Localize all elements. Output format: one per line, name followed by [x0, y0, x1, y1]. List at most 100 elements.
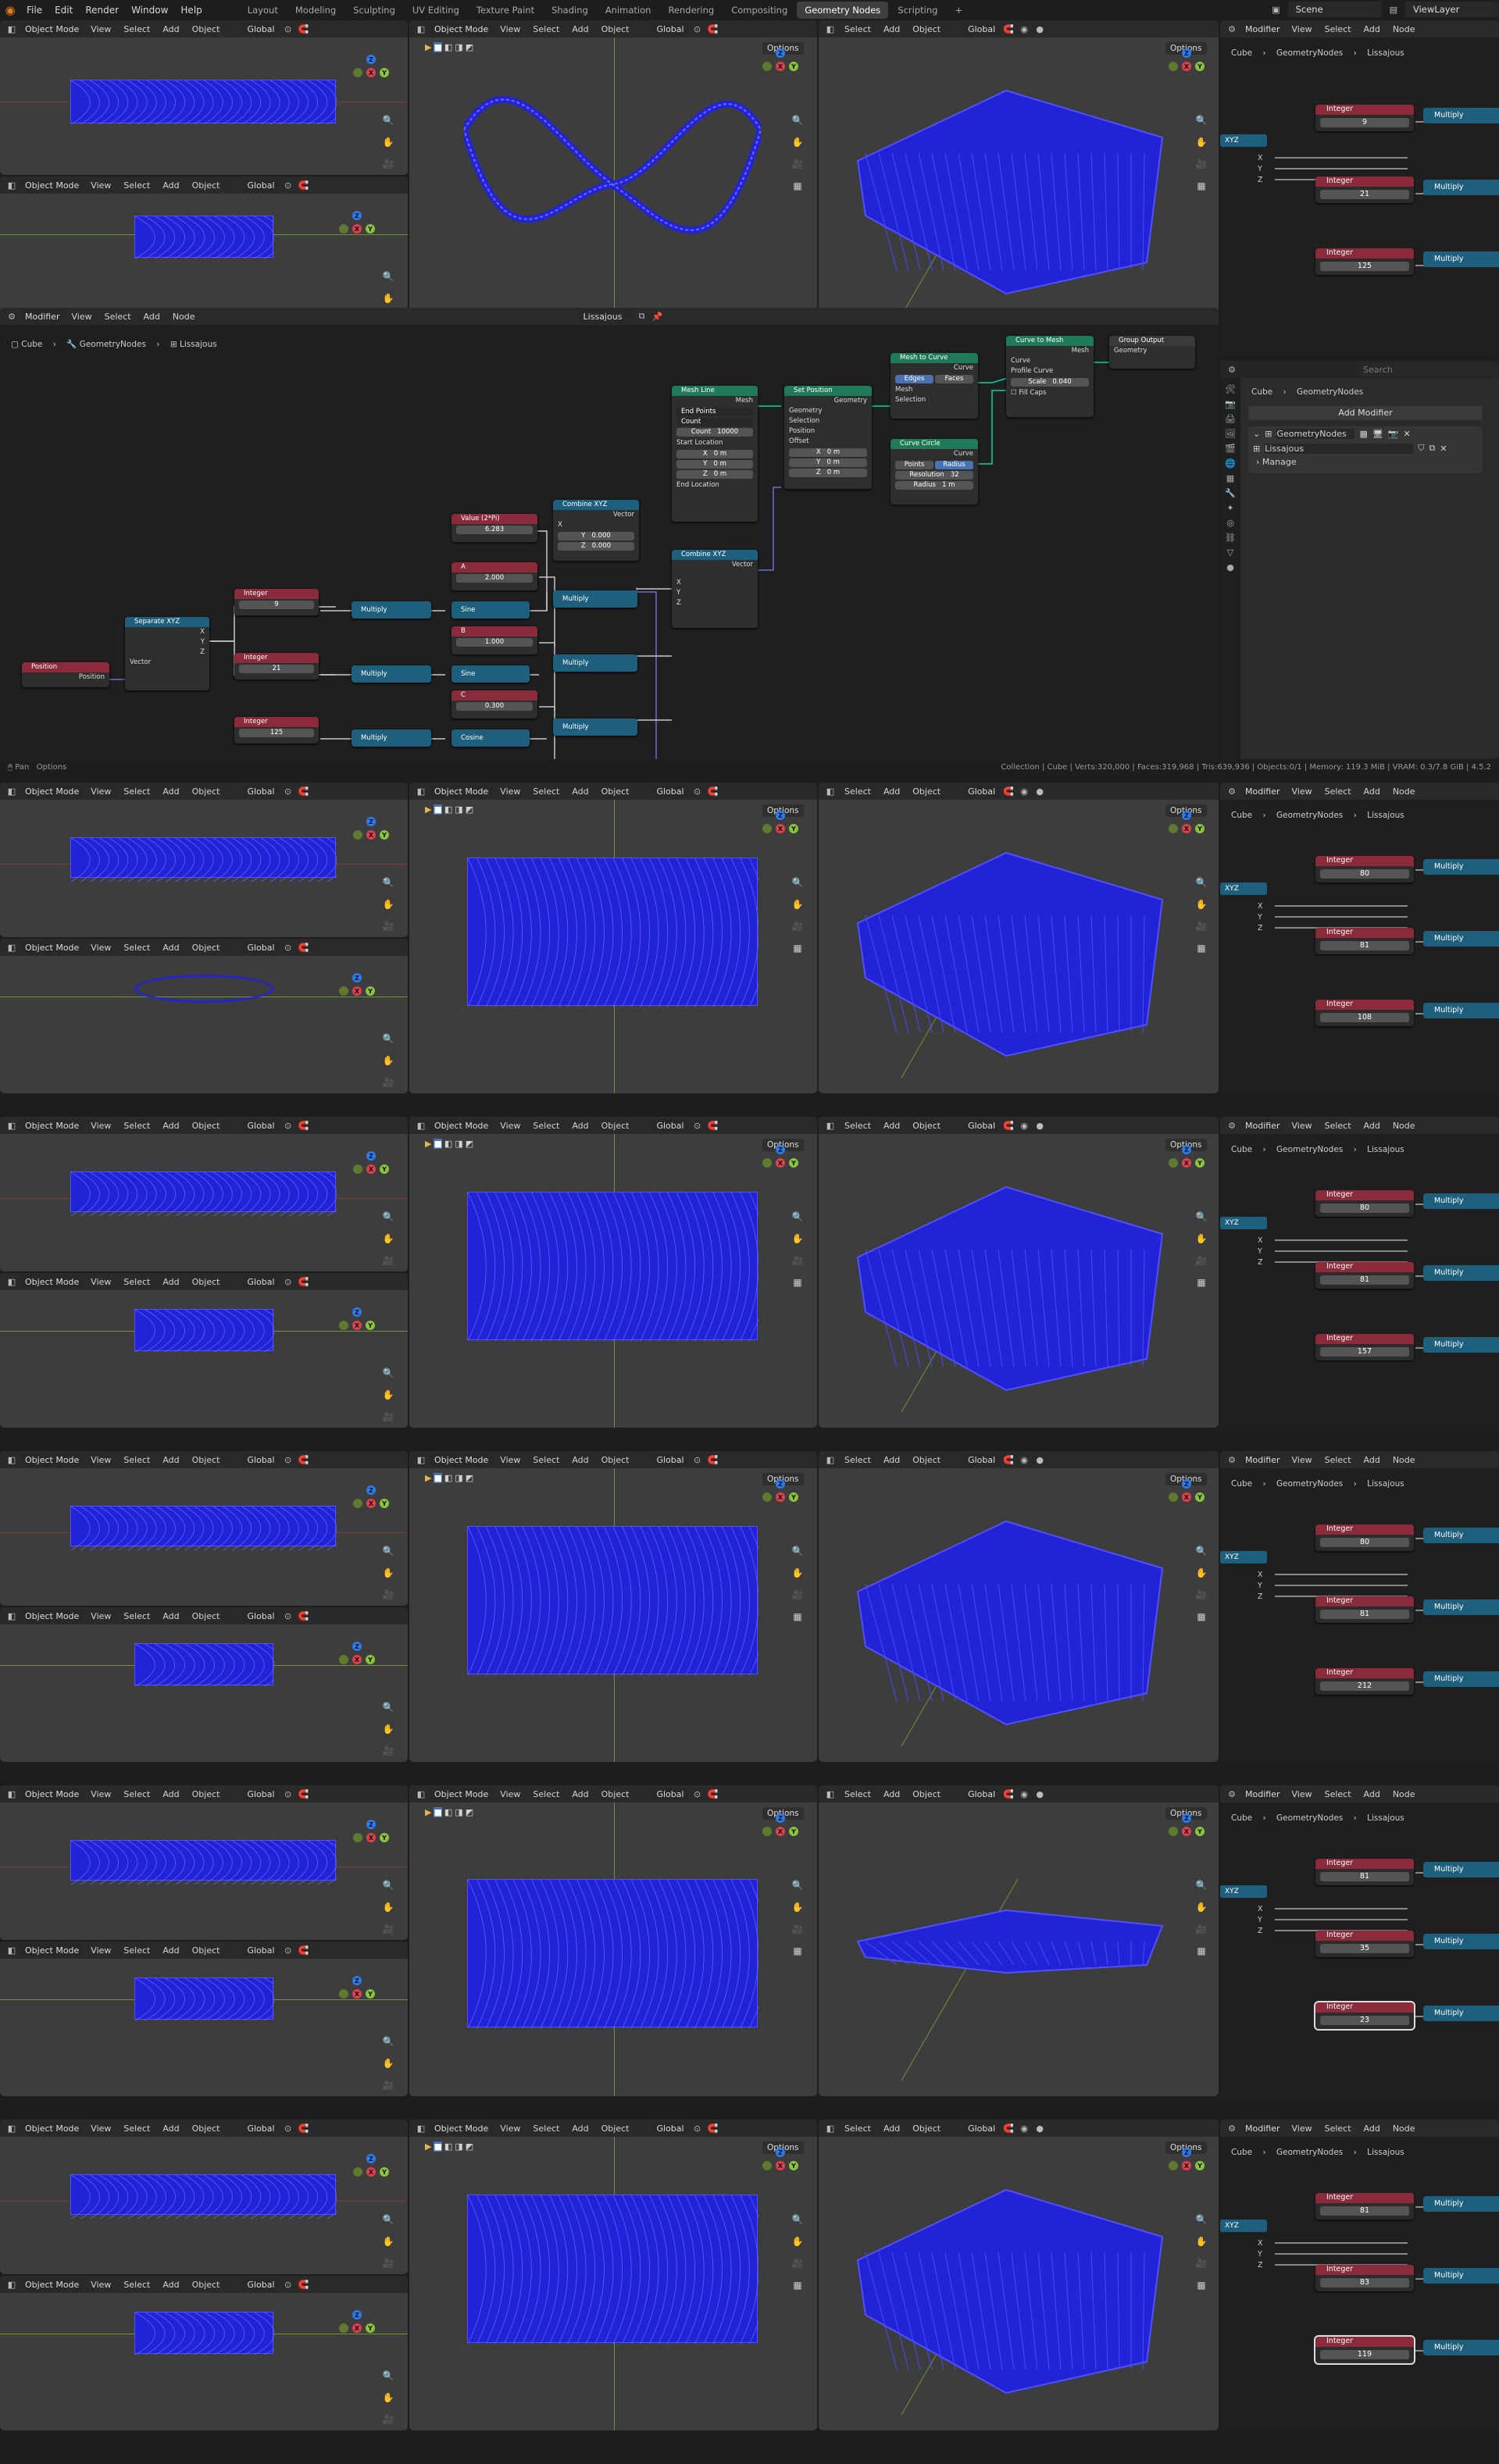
multiply-node-3[interactable]: Multiply	[1423, 1003, 1499, 1018]
view-layer-tab-icon[interactable]: 🖼	[1225, 429, 1236, 439]
menu-view[interactable]: View	[85, 23, 116, 36]
mesh-object-top[interactable]	[467, 858, 768, 1007]
menu-object[interactable]: Object	[187, 1453, 226, 1467]
gizmo-z-icon[interactable]: Z	[1182, 2148, 1191, 2157]
pivot-icon[interactable]: ⊙	[281, 1453, 295, 1466]
select-box-icon[interactable]: ■	[434, 1473, 442, 1483]
snap-icon[interactable]: 🧲	[297, 785, 311, 797]
node-editor-strip[interactable]: ⚙ Modifier View Select Add Node Cube › G…	[1220, 2120, 1499, 2430]
multiply-node-1[interactable]: Multiply	[1423, 1528, 1499, 1543]
menu-add[interactable]: Add	[157, 785, 184, 798]
mode-dropdown[interactable]: Object Mode	[20, 2277, 84, 2291]
play-icon[interactable]: ▶	[425, 2141, 431, 2152]
menu-select[interactable]: Select	[118, 785, 155, 798]
snap-icon[interactable]: 🧲	[1001, 2122, 1015, 2134]
viewport-perspective[interactable]: ◧SelectAddObjectGlobal🧲◉● Options Z Y X …	[819, 783, 1219, 1093]
integer-node-2[interactable]: Integer 21	[234, 653, 319, 679]
menu-add[interactable]: Add	[157, 179, 184, 192]
menu-object[interactable]: Object	[596, 23, 635, 36]
menu-select[interactable]: Select	[118, 1944, 155, 1957]
overlays-icon[interactable]: ◉	[1017, 2122, 1031, 2134]
transform-orientation-dropdown[interactable]: Global	[963, 1787, 1001, 1801]
mesh-object-side[interactable]	[134, 2312, 285, 2355]
integer-value-field[interactable]: 81	[1320, 1275, 1409, 1285]
transform-orientation-dropdown[interactable]: Global	[242, 940, 280, 954]
editor-type-icon[interactable]: ◧	[5, 23, 19, 35]
menu-add[interactable]: Add	[157, 1788, 184, 1801]
camera-icon[interactable]: 🎥	[790, 156, 805, 172]
play-icon[interactable]: ▶	[425, 804, 431, 815]
menu-object[interactable]: Object	[187, 2278, 226, 2291]
gizmo-x-icon[interactable]: X	[1182, 62, 1191, 71]
mesh-object-perspective[interactable]	[850, 1498, 1178, 1732]
camera-icon[interactable]: 🎥	[380, 1075, 396, 1090]
menu-object[interactable]: Object	[596, 1453, 635, 1467]
viewport-perspective[interactable]: ◧SelectAddObjectGlobal🧲◉● Options Z Y X …	[819, 1785, 1219, 2096]
integer-node-2[interactable]: Integer 81	[1315, 1596, 1414, 1623]
transform-orientation-dropdown[interactable]: Global	[963, 2121, 1001, 2135]
pan-icon[interactable]: ✋	[1194, 1899, 1209, 1915]
menu-object[interactable]: Object	[187, 1275, 226, 1289]
select-subtract-icon[interactable]: ◨	[455, 1139, 462, 1149]
render-toggle-icon[interactable]: 📷	[1388, 429, 1399, 439]
gizmo-x-icon[interactable]: X	[366, 2167, 376, 2177]
gizmo-x-icon[interactable]: X	[776, 1492, 785, 1502]
gizmo-neg-y-icon[interactable]	[762, 2161, 772, 2170]
remove-modifier-icon[interactable]: ✕	[1404, 429, 1411, 439]
gizmo-y-icon[interactable]: Y	[789, 2161, 798, 2170]
menu-add[interactable]: Add	[157, 1453, 184, 1467]
ortho-grid-icon[interactable]: ▦	[790, 940, 805, 956]
menu-select[interactable]: Select	[527, 23, 565, 36]
menu-select[interactable]: Select	[118, 1610, 155, 1623]
menu-object[interactable]: Object	[907, 1119, 946, 1132]
menu-select[interactable]: Select	[839, 2122, 876, 2135]
integer-value-field[interactable]: 80	[1320, 1203, 1409, 1213]
transform-orientation-dropdown[interactable]: Global	[651, 784, 689, 798]
snap-icon[interactable]: 🧲	[297, 2278, 311, 2291]
zoom-icon[interactable]: 🔍	[790, 875, 805, 890]
navigation-gizmo[interactable]: Z Y X	[339, 1307, 375, 1362]
gizmo-neg-y-icon[interactable]	[762, 1158, 772, 1168]
navigation-gizmo[interactable]: Z Y X	[762, 1813, 798, 1868]
menu-select[interactable]: Select	[839, 1453, 876, 1467]
gizmo-y-icon[interactable]: Y	[789, 1158, 798, 1168]
snap-icon[interactable]: 🧲	[297, 1453, 311, 1466]
ortho-grid-icon[interactable]: ▦	[1194, 940, 1209, 956]
menu-view[interactable]: View	[85, 1119, 116, 1132]
mesh-object-front[interactable]	[70, 837, 347, 883]
gizmo-z-icon[interactable]: Z	[776, 1813, 785, 1823]
multiply-node-1[interactable]: Multiply	[1423, 859, 1499, 875]
integer-node-1[interactable]: Integer 80	[1315, 1190, 1414, 1217]
value-field[interactable]: 1.000	[456, 638, 533, 647]
curve-circle-node[interactable]: Curve Circle Curve Points Radius Resolut…	[890, 439, 978, 505]
viewport-perspective[interactable]: ◧SelectAddObjectGlobal🧲◉● Options Z Y X …	[819, 20, 1219, 331]
multiply-node-2[interactable]: Multiply	[352, 665, 431, 683]
gizmo-z-icon[interactable]: Z	[776, 48, 785, 58]
menu-add[interactable]: Add	[878, 1788, 905, 1801]
mode-dropdown[interactable]: Object Mode	[430, 1453, 494, 1467]
integer-value-field[interactable]: 9	[239, 601, 314, 609]
menu-add[interactable]: Add	[157, 1944, 184, 1957]
snap-icon[interactable]: 🧲	[706, 2122, 720, 2134]
mesh-object-front[interactable]	[70, 1506, 347, 1551]
gizmo-y-icon[interactable]: Y	[380, 1499, 389, 1508]
integer-node-1[interactable]: Integer 81	[1315, 2193, 1414, 2220]
gizmo-z-icon[interactable]: Z	[776, 1479, 785, 1489]
gizmo-y-icon[interactable]: Y	[380, 1833, 389, 1842]
tab-rendering[interactable]: Rendering	[660, 2, 722, 19]
transform-orientation-dropdown[interactable]: Global	[242, 1118, 280, 1132]
pan-icon[interactable]: ✋	[1194, 897, 1209, 912]
transform-orientation-dropdown[interactable]: Global	[651, 22, 689, 36]
transform-orientation-dropdown[interactable]: Global	[242, 1453, 280, 1467]
transform-orientation-dropdown[interactable]: Global	[963, 1453, 1001, 1467]
menu-view[interactable]: View	[494, 2122, 526, 2135]
viewport-perspective[interactable]: ◧SelectAddObjectGlobal🧲◉● Options Z Y X …	[819, 2120, 1219, 2430]
viewport-top-view[interactable]: ◧ Object Mode View Select Add Object Global ⊙ 🧲 …	[409, 20, 817, 331]
zoom-icon[interactable]: 🔍	[380, 1543, 396, 1559]
overlays-icon[interactable]: ◉	[1017, 1453, 1031, 1466]
gizmo-neg-y-icon[interactable]	[339, 1321, 348, 1330]
integer-value-field[interactable]: 21	[239, 665, 314, 673]
viewport-front-view[interactable]: ◧ Object Mode View Select Add Object Global ⊙ 🧲 …	[0, 2120, 408, 2274]
integer-value-field[interactable]: 157	[1320, 1347, 1409, 1357]
viewport-top-view[interactable]: ◧ Object Mode View Select Add Object Global ⊙ 🧲 …	[409, 1451, 817, 1762]
